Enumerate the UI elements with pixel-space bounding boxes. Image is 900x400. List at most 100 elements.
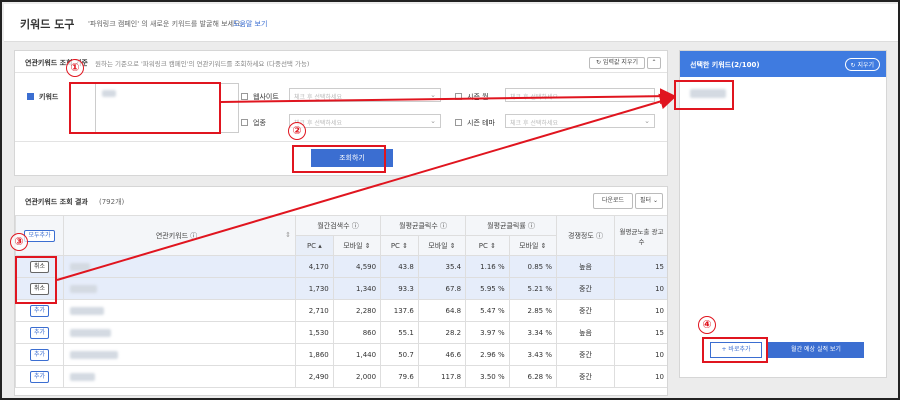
sub-col-ctr-pc[interactable]: PC ⇕ xyxy=(465,235,510,256)
sub-col-click-pc[interactable]: PC ⇕ xyxy=(380,235,419,256)
cancel-keyword-button[interactable]: 취소 xyxy=(29,260,50,273)
add-keyword-button[interactable]: 추가 xyxy=(29,370,50,383)
website-select[interactable]: 체크 후 선택하세요 ⌄ xyxy=(289,88,441,102)
industry-checkbox[interactable] xyxy=(241,119,248,126)
season-theme-select[interactable]: 체크 후 선택하세요 ⌄ xyxy=(505,114,655,128)
blurred-keyword xyxy=(70,372,95,381)
chevron-up-icon[interactable]: ⌃ xyxy=(647,57,661,69)
reset-input-label: 입력값 지우기 xyxy=(602,59,638,66)
row-keyword[interactable] xyxy=(63,299,296,322)
marker-4: ④ xyxy=(698,316,716,334)
sub-col-search-mobile[interactable]: 모바일 ⇕ xyxy=(332,235,382,256)
row-search-mobile: 860 xyxy=(332,321,382,344)
row-search-mobile: 2,280 xyxy=(332,299,382,322)
mobile-label: 모바일 xyxy=(343,241,363,250)
website-select-placeholder: 체크 후 선택하세요 xyxy=(294,94,342,101)
row-avg-ads: 10 xyxy=(614,299,667,322)
results-title: 연관키워드 조회 결과 xyxy=(25,198,88,206)
chevron-down-icon: ⌄ xyxy=(644,91,650,99)
col-avg-ads[interactable]: 월평균노출 광고수 xyxy=(614,215,667,256)
cancel-keyword-button[interactable]: 취소 xyxy=(29,282,50,295)
clear-selected-button[interactable]: ↻ 지우기 xyxy=(844,58,880,71)
add-all-button[interactable]: 모두추가 xyxy=(24,229,55,242)
col-competition[interactable]: 경쟁정도 ⓘ xyxy=(556,215,615,256)
add-now-button[interactable]: + 바로추가 xyxy=(710,342,762,358)
sub-col-search-pc[interactable]: PC ▴ xyxy=(295,235,334,256)
row-click-mobile: 28.2 xyxy=(417,321,467,344)
row-keyword[interactable] xyxy=(63,255,296,278)
keyword-checkbox[interactable] xyxy=(27,93,34,100)
col-monthly-ctr-label: 월평균클릭률 xyxy=(487,221,526,230)
filter-button[interactable]: 필터 ⌄ xyxy=(635,193,663,209)
add-keyword-button[interactable]: 추가 xyxy=(29,326,50,339)
row-avg-ads: 10 xyxy=(614,365,667,388)
row-competition: 높음 xyxy=(556,255,615,278)
help-link[interactable]: 도움말 보기 xyxy=(233,19,267,29)
row-click-mobile: 35.4 xyxy=(417,255,467,278)
row-search-pc: 2,710 xyxy=(295,299,334,322)
blurred-keyword xyxy=(70,350,118,359)
col-monthly-clicks-label: 월평균클릭수 xyxy=(399,221,438,230)
row-click-pc: 43.8 xyxy=(380,255,419,278)
table-row: 추가 1,860 1,440 50.7 46.6 2.96 % 3.43 % 중간 10 xyxy=(15,343,667,366)
season-theme-checkbox[interactable] xyxy=(455,119,462,126)
col-monthly-search-label: 월간검색수 xyxy=(317,221,350,230)
row-search-mobile: 4,590 xyxy=(332,255,382,278)
row-keyword[interactable] xyxy=(63,277,296,300)
mobile-label: 모바일 xyxy=(428,241,448,250)
row-click-pc: 79.6 xyxy=(380,365,419,388)
results-table: 모두추가 연관키워드 ⓘ ⇕ 월간검색수 ⓘ 월평균클릭수 ⓘ 월평균클릭률 ⓘ… xyxy=(15,215,667,388)
keyword-textarea[interactable] xyxy=(95,83,239,133)
selected-keyword-item[interactable] xyxy=(690,89,726,98)
row-action-cell: 추가 xyxy=(15,365,64,388)
row-ctr-mobile: 6.28 % xyxy=(508,365,558,388)
row-avg-ads: 10 xyxy=(614,277,667,300)
row-click-mobile: 64.8 xyxy=(417,299,467,322)
season-month-placeholder: 체크 후 선택하세요 xyxy=(510,94,558,101)
blurred-keyword xyxy=(70,306,104,315)
add-keyword-button[interactable]: 추가 xyxy=(29,304,50,317)
season-month-select[interactable]: 체크 후 선택하세요 ⌄ xyxy=(505,88,655,102)
col-keyword[interactable]: 연관키워드 ⓘ ⇕ xyxy=(63,215,296,256)
row-click-pc: 50.7 xyxy=(380,343,419,366)
sub-col-click-mobile[interactable]: 모바일 ⇕ xyxy=(417,235,467,256)
row-search-mobile: 1,340 xyxy=(332,277,382,300)
row-keyword[interactable] xyxy=(63,321,296,344)
row-search-pc: 1,860 xyxy=(295,343,334,366)
chevron-down-icon: ⌄ xyxy=(430,91,436,99)
page-title: 키워드 도구 xyxy=(20,18,75,31)
marker-3: ③ xyxy=(10,233,28,251)
row-competition: 높음 xyxy=(556,321,615,344)
row-search-pc: 1,730 xyxy=(295,277,334,300)
page-subtitle: '파워링크 캠페인' 의 새로운 키워드를 발굴해 보세요. xyxy=(88,20,243,28)
season-month-checkbox[interactable] xyxy=(455,93,462,100)
industry-select[interactable]: 체크 후 선택하세요 ⌄ xyxy=(289,114,441,128)
add-keyword-button[interactable]: 추가 xyxy=(29,348,50,361)
row-competition: 중간 xyxy=(556,365,615,388)
reset-input-button[interactable]: ↻ 입력값 지우기 xyxy=(589,57,645,69)
blurred-keyword xyxy=(102,90,116,97)
table-row: 취소 4,170 4,590 43.8 35.4 1.16 % 0.85 % 높음 15 xyxy=(15,255,667,278)
monthly-performance-button[interactable]: 월간 예상 실적 보기 xyxy=(768,342,864,358)
row-competition: 중간 xyxy=(556,343,615,366)
marker-1: ① xyxy=(66,59,84,77)
col-monthly-search: 월간검색수 ⓘ xyxy=(294,215,382,236)
row-click-mobile: 67.8 xyxy=(417,277,467,300)
blurred-keyword xyxy=(70,284,97,293)
row-ctr-pc: 3.50 % xyxy=(465,365,510,388)
industry-label: 업종 xyxy=(253,119,266,127)
row-ctr-pc: 5.95 % xyxy=(465,277,510,300)
selected-keywords-header: 선택한 키워드(2/100) ↻ 지우기 xyxy=(680,51,886,77)
filter-panel: 연관키워드 조회 기준 원하는 기준으로 '파워링크 캠페인'의 연관키워드를 … xyxy=(14,50,668,176)
search-button[interactable]: 조회하기 xyxy=(311,149,393,167)
blurred-keyword xyxy=(70,328,111,337)
row-action-cell: 추가 xyxy=(15,321,64,344)
website-checkbox[interactable] xyxy=(241,93,248,100)
pc-label: PC xyxy=(478,241,488,250)
row-keyword[interactable] xyxy=(63,343,296,366)
row-keyword[interactable] xyxy=(63,365,296,388)
row-click-pc: 55.1 xyxy=(380,321,419,344)
row-avg-ads: 15 xyxy=(614,321,667,344)
download-button[interactable]: 다운로드 xyxy=(593,193,633,209)
sub-col-ctr-mobile[interactable]: 모바일 ⇕ xyxy=(508,235,558,256)
